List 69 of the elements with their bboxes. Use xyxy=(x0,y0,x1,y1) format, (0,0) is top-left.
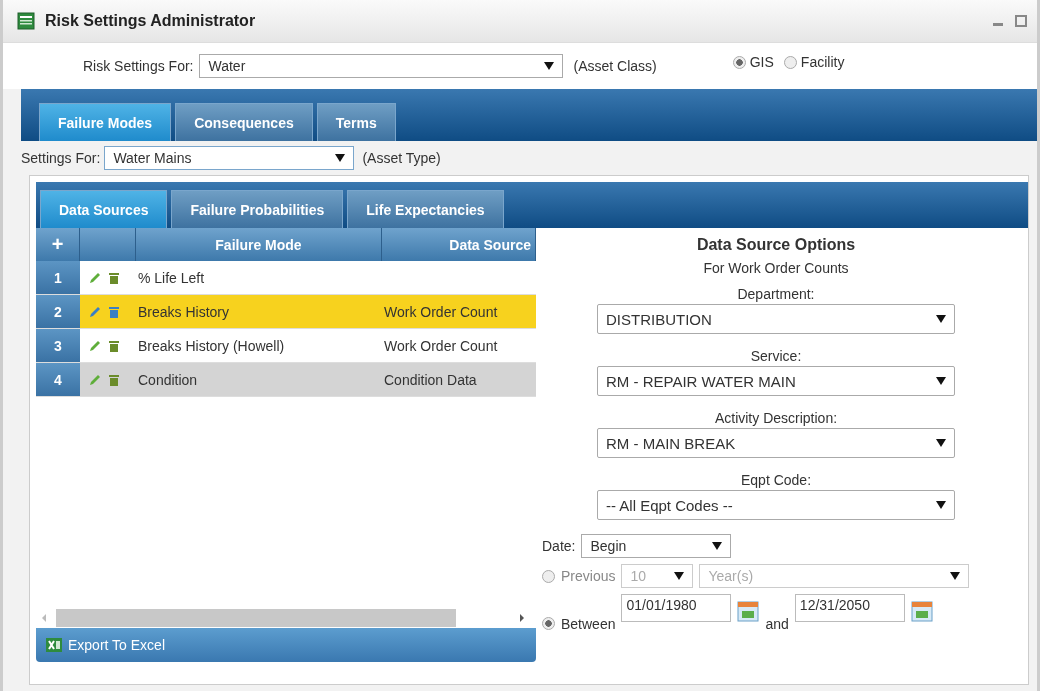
grid-row[interactable]: 2 Breaks History Work Order Count xyxy=(36,295,536,329)
asset-type-dropdown[interactable]: Water Mains xyxy=(104,146,355,170)
date-field[interactable]: 01/01/1980 xyxy=(621,594,732,622)
radio-label: GIS xyxy=(749,54,774,70)
table-cell-text: Condition Data xyxy=(383,370,478,390)
table-cell-text: Work Order Count xyxy=(383,336,499,356)
table-cell-text: Breaks History xyxy=(137,302,231,322)
table-cell-text: Breaks History (Howell) xyxy=(137,336,286,356)
grid-row[interactable]: 3 Breaks History (Howell) Work Order Count xyxy=(36,329,536,363)
spreadsheet-icon xyxy=(46,638,62,652)
tab[interactable]: Consequences xyxy=(175,103,313,141)
radio-button[interactable] xyxy=(542,569,555,583)
field-label: Eqpt Code: xyxy=(740,472,812,488)
dropdown[interactable]: DISTRIBUTION xyxy=(597,304,955,334)
trash-icon[interactable] xyxy=(108,338,120,353)
radio-label: Previous xyxy=(561,568,616,584)
field-label: Settings For: xyxy=(21,150,101,166)
radio-label: Facility xyxy=(800,54,845,70)
trash-icon[interactable] xyxy=(108,270,120,285)
scrollbar-thumb[interactable] xyxy=(56,609,456,627)
dropdown[interactable]: RM - MAIN BREAK xyxy=(597,428,955,458)
radio-button[interactable] xyxy=(542,617,555,630)
scroll-left-icon[interactable] xyxy=(40,613,48,623)
calendar-icon[interactable] xyxy=(910,600,933,622)
maximize-icon[interactable] xyxy=(1015,15,1027,27)
grid-row[interactable]: 4 Condition Condition Data xyxy=(36,363,536,397)
row-number: 3 xyxy=(36,329,80,362)
field-label: Department: xyxy=(737,286,815,302)
field-hint: (Asset Type) xyxy=(362,150,441,166)
dropdown[interactable]: RM - REPAIR WATER MAIN xyxy=(597,366,955,396)
trash-icon[interactable] xyxy=(108,304,120,319)
field-label: Date: xyxy=(542,538,576,554)
pencil-icon[interactable] xyxy=(88,338,102,353)
field-label: Activity Description: xyxy=(714,410,838,426)
row-number: 1 xyxy=(36,261,80,294)
asset-class-dropdown[interactable]: Water xyxy=(199,54,564,78)
radio-button[interactable] xyxy=(783,55,797,69)
row-number: 2 xyxy=(36,295,80,328)
export-button[interactable]: Export To Excel xyxy=(36,628,536,662)
joiner-text: and xyxy=(765,616,789,632)
pencil-icon[interactable] xyxy=(88,270,102,285)
table-cell-text: Condition xyxy=(137,370,199,390)
radio-label: Between xyxy=(561,616,616,632)
field-hint: (Asset Class) xyxy=(573,58,657,74)
dropdown[interactable]: -- All Eqpt Codes -- xyxy=(597,490,955,520)
panel-subtitle: For Work Order Counts xyxy=(703,260,849,276)
tab[interactable]: Failure Probabilities xyxy=(171,190,344,228)
pencil-icon[interactable] xyxy=(88,372,102,387)
trash-icon[interactable] xyxy=(108,372,120,387)
tab[interactable]: Life Expectancies xyxy=(347,190,504,228)
table-cell-text: Work Order Count xyxy=(383,302,499,322)
radio-button[interactable] xyxy=(732,55,746,69)
header-cell xyxy=(80,228,136,261)
date-field[interactable]: 12/31/2050 xyxy=(794,594,905,622)
row-number: 4 xyxy=(36,363,80,396)
pencil-icon[interactable] xyxy=(88,304,102,319)
field-label: Risk Settings For: xyxy=(83,58,194,74)
field-label: Service: xyxy=(750,348,802,364)
table-cell-text: % Life Left xyxy=(137,268,206,288)
column-header[interactable]: Data Source xyxy=(382,228,536,261)
calendar-icon[interactable] xyxy=(737,600,760,622)
panel-title: Data Source Options xyxy=(696,236,856,254)
form-icon xyxy=(17,12,35,30)
scroll-right-icon[interactable] xyxy=(518,613,526,623)
column-header[interactable]: Failure Mode xyxy=(136,228,382,261)
window-title: Risk Settings Administrator xyxy=(45,12,256,30)
tab[interactable]: Terms xyxy=(316,103,396,141)
date-dropdown[interactable]: Begin xyxy=(581,534,732,558)
grid-row[interactable]: 1 % Life Left xyxy=(36,261,536,295)
